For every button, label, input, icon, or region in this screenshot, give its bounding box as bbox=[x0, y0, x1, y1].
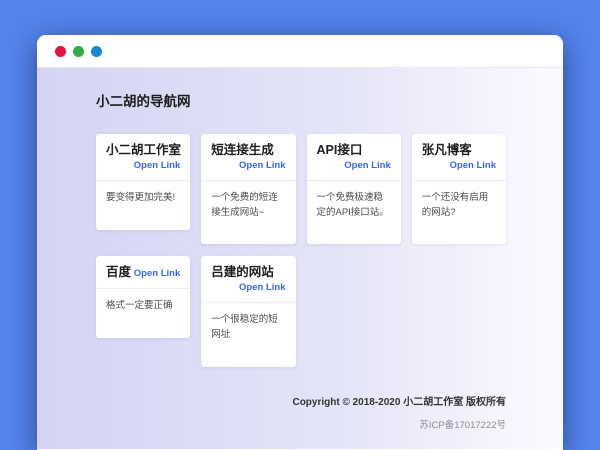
site-title: 短连接生成 bbox=[211, 143, 274, 157]
page-title: 小二胡的导航网 bbox=[96, 94, 191, 109]
site-description: 要变得更加完美! bbox=[96, 180, 191, 230]
site-title: 张凡博客 bbox=[421, 143, 472, 157]
site-title: 百度 bbox=[106, 265, 132, 280]
open-link[interactable]: Open Link bbox=[134, 158, 180, 173]
site-card-lvjian-site: 吕建的网站 Open Link 一个很稳定的短网址 bbox=[201, 256, 296, 367]
site-title: 小二胡工作室 bbox=[106, 143, 182, 157]
card-header: 小二胡工作室 Open Link bbox=[96, 134, 190, 180]
window-close-icon[interactable] bbox=[55, 45, 66, 57]
open-link[interactable]: Open Link bbox=[344, 158, 390, 173]
window-maximize-icon[interactable] bbox=[91, 45, 102, 57]
page-body: 小二胡的导航网 小二胡工作室 Open Link 要变得更加完美! 短连接生成 … bbox=[37, 68, 563, 449]
copyright-text: Copyright © 2018-2020 小二胡工作室 版权所有 bbox=[292, 396, 506, 408]
site-description: 一个还没有启用的网站? bbox=[411, 180, 506, 244]
site-card-xiaoerhu-studio: 小二胡工作室 Open Link 要变得更加完美! bbox=[96, 134, 191, 230]
card-header: 百度 Open Link bbox=[96, 256, 190, 288]
footer: Copyright © 2018-2020 小二胡工作室 版权所有 苏ICP备1… bbox=[96, 393, 506, 431]
card-header: 短连接生成 Open Link bbox=[201, 134, 295, 180]
open-link[interactable]: Open Link bbox=[134, 266, 180, 281]
site-card-zhangfan-blog: 张凡博客 Open Link 一个还没有启用的网站? bbox=[411, 134, 506, 245]
open-link[interactable]: Open Link bbox=[239, 280, 285, 295]
browser-window: 小二胡的导航网 小二胡工作室 Open Link 要变得更加完美! 短连接生成 … bbox=[37, 35, 563, 450]
window-minimize-icon[interactable] bbox=[73, 45, 84, 57]
card-header: 张凡博客 Open Link bbox=[412, 134, 506, 180]
site-card-api: API接口 Open Link 一个免费极速稳定的API接口站。 bbox=[306, 134, 401, 245]
site-card-short-link: 短连接生成 Open Link 一个免费的短连接生成网站~ bbox=[201, 134, 296, 245]
card-header: 吕建的网站 Open Link bbox=[201, 256, 295, 302]
site-title: 吕建的网站 bbox=[211, 265, 274, 280]
site-card-baidu: 百度 Open Link 格式一定要正确 bbox=[96, 256, 191, 339]
open-link[interactable]: Open Link bbox=[239, 158, 285, 173]
cards-grid: 小二胡工作室 Open Link 要变得更加完美! 短连接生成 Open Lin… bbox=[96, 134, 506, 367]
card-header: API接口 Open Link bbox=[307, 134, 401, 180]
site-description: 一个免费的短连接生成网站~ bbox=[201, 180, 296, 244]
site-description: 一个免费极速稳定的API接口站。 bbox=[306, 180, 401, 244]
window-titlebar bbox=[37, 35, 563, 68]
open-link[interactable]: Open Link bbox=[450, 158, 496, 173]
site-title: API接口 bbox=[316, 143, 363, 157]
icp-number[interactable]: 苏ICP备17017222号 bbox=[96, 417, 506, 431]
site-description: 一个很稳定的短网址 bbox=[201, 302, 296, 366]
site-description: 格式一定要正确 bbox=[96, 288, 191, 338]
